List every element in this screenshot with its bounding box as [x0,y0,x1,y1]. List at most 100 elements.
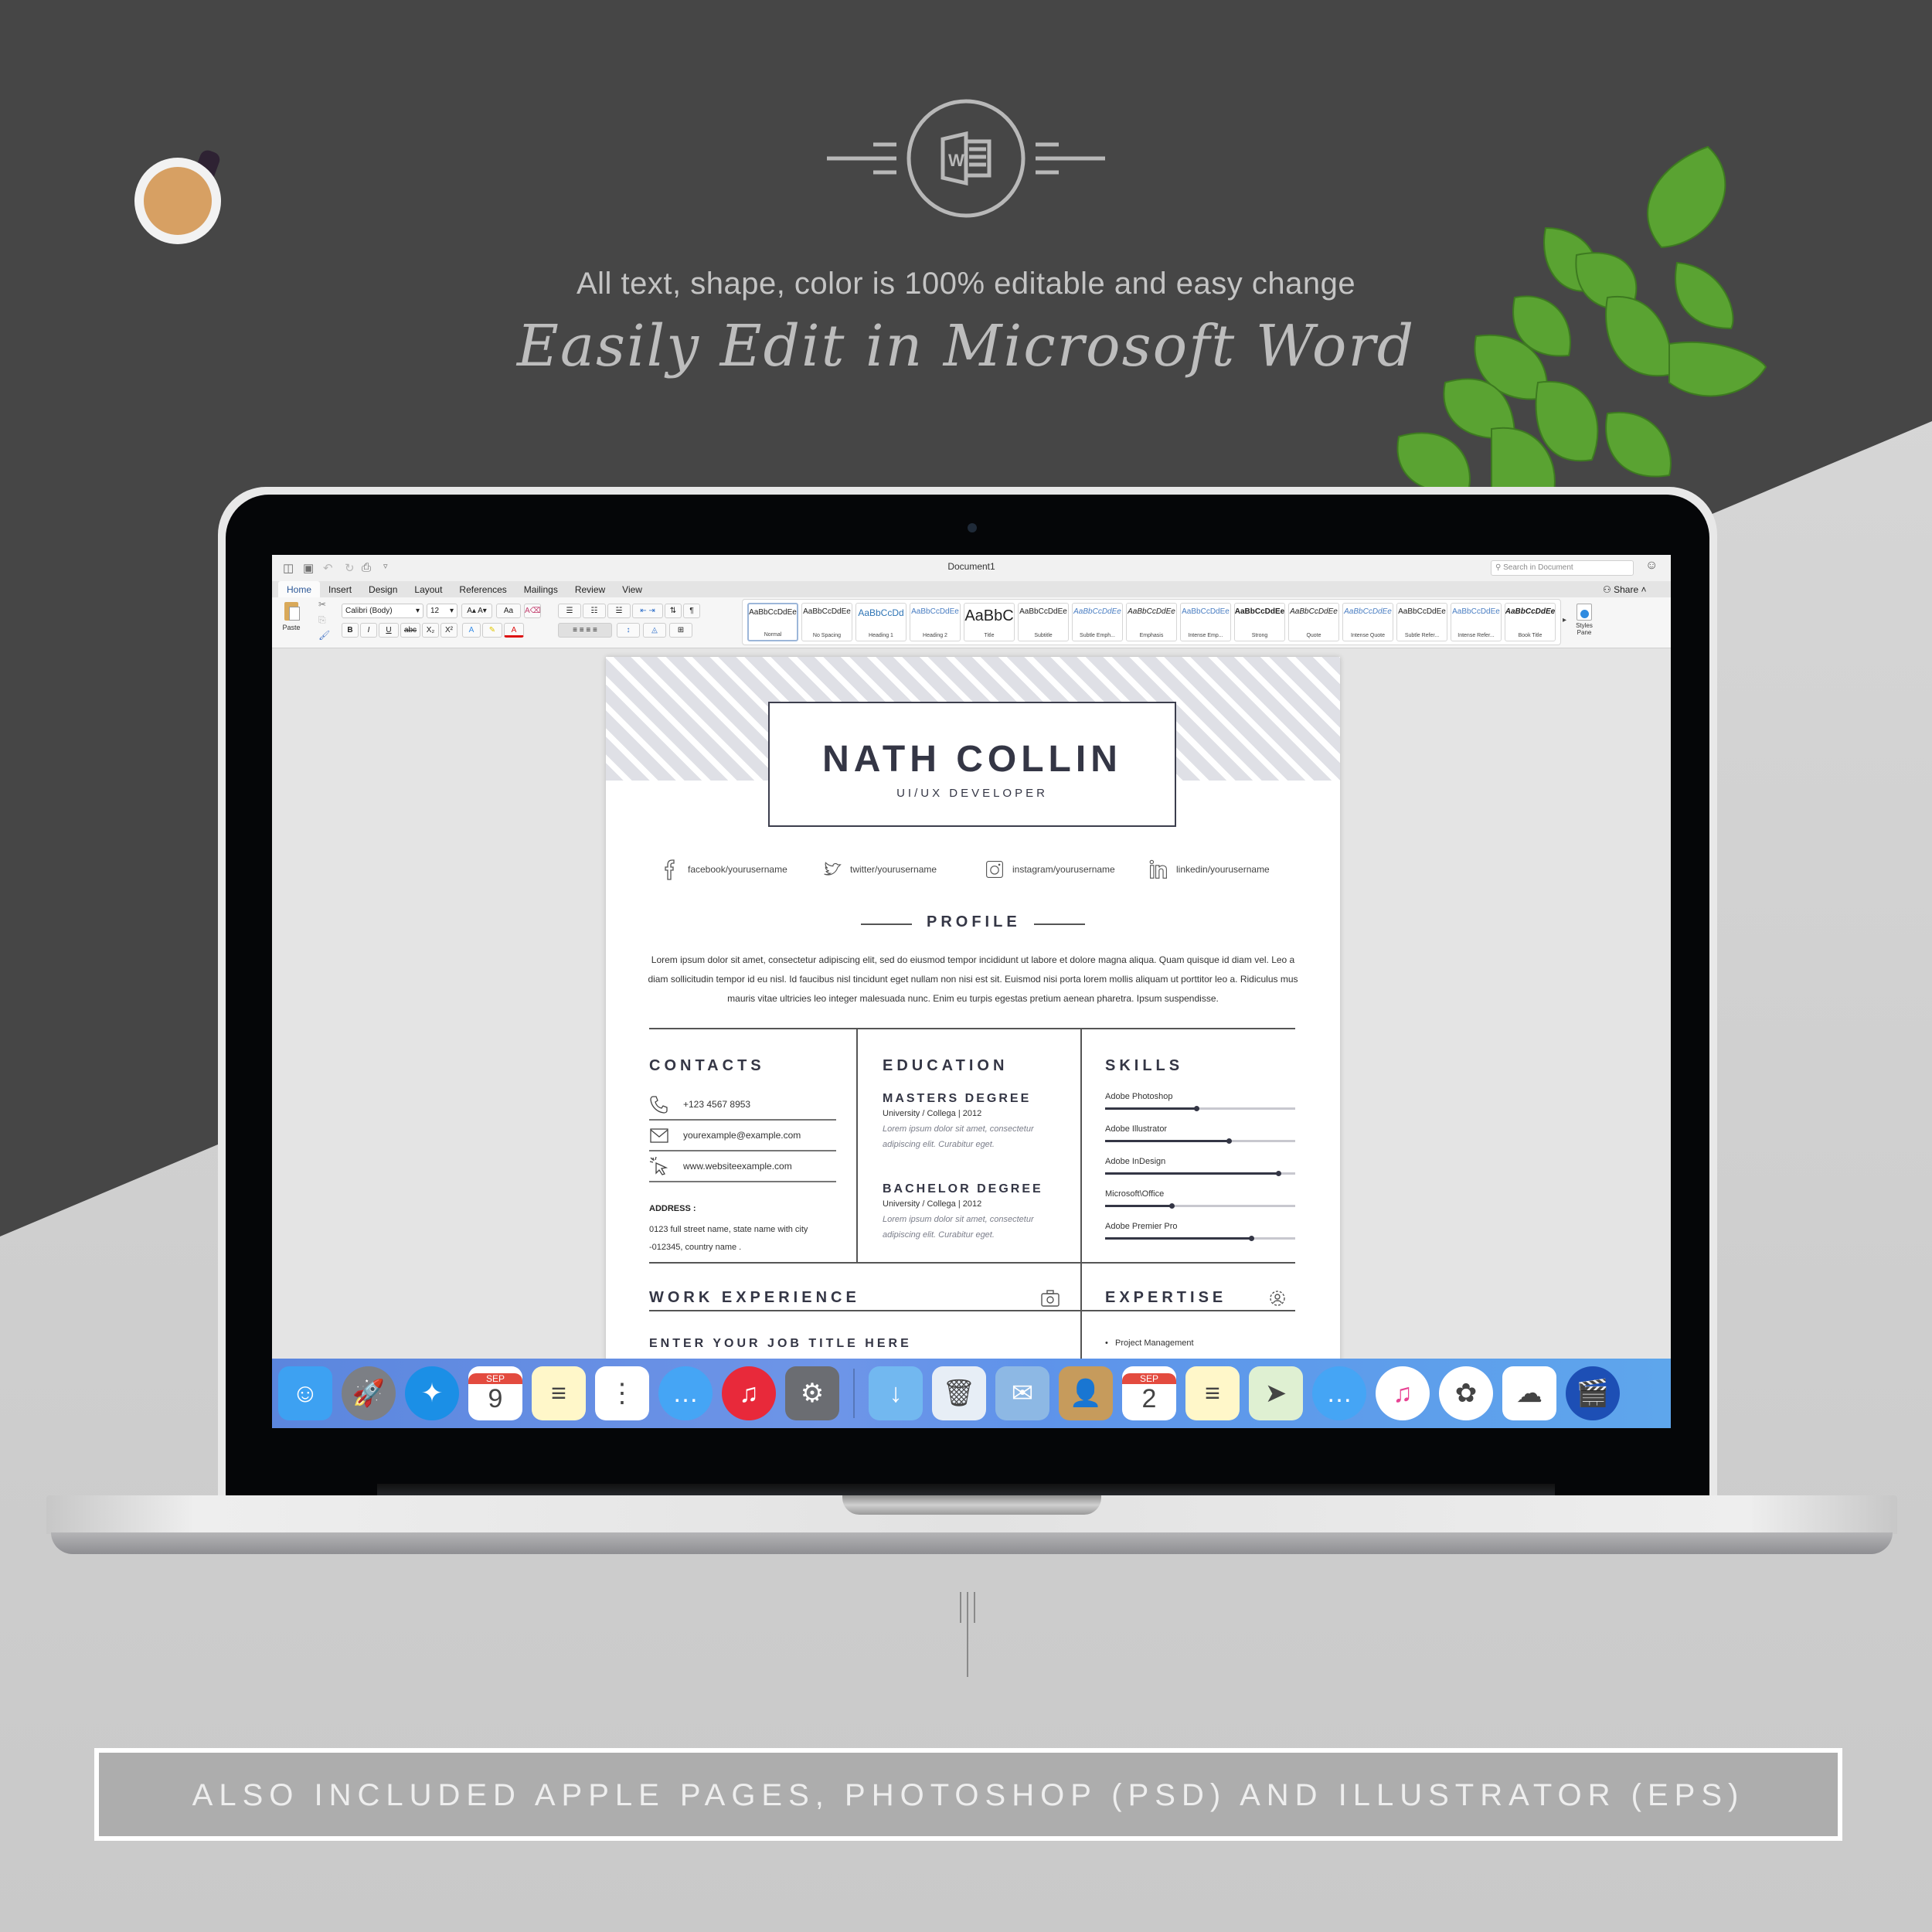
collapse-ribbon-icon[interactable]: ˄ [1641,584,1646,595]
multilevel-list-button[interactable]: ☱ [607,604,631,618]
skill-bar-fill [1105,1107,1197,1110]
tab-insert[interactable]: Insert [320,581,360,598]
dock-icloud-icon[interactable]: ☁ [1502,1366,1556,1420]
dock-finder-icon[interactable]: ☺ [278,1366,332,1420]
font-color-button[interactable]: A [504,623,524,638]
style-book-title[interactable]: AaBbCcDdEe Book Title [1505,603,1556,641]
numbering-button[interactable]: ☷ [583,604,606,618]
superscript-button[interactable]: X² [440,623,457,638]
trash-glyph: 🗑 [942,1379,976,1408]
dock-photos-icon[interactable]: ✿ [1439,1366,1493,1420]
skill-bar-handle [1249,1236,1255,1241]
dock-messages-icon[interactable]: … [658,1366,713,1420]
styles-gallery: AaBbCcDdEe Normal AaBbCcDdEe No Spacing AaBb… [742,599,1561,645]
laptop-notch [842,1495,1101,1515]
screen: ◫ ▣ ↶ ↻ ⎙ ▿ Document1 ⚲ Search in Docume… [272,555,1671,1428]
skill-bar-handle [1275,1171,1281,1176]
style-normal[interactable]: AaBbCcDdEe Normal [747,603,798,641]
style-heading-1[interactable]: AaBbCcDd Heading 1 [855,603,906,641]
italic-button[interactable]: I [360,623,377,638]
style-intense-quote[interactable]: AaBbCcDdEe Intense Quote [1342,603,1393,641]
tab-view[interactable]: View [614,581,651,598]
search-input[interactable]: ⚲ Search in Document [1491,560,1634,576]
dock-itunes-icon[interactable]: ♫ [1376,1366,1430,1420]
strikethrough-button[interactable]: abc [400,623,420,638]
style-intense-emp[interactable]: AaBbCcDdEe Intense Emp... [1180,603,1231,641]
dock-notes-icon[interactable]: ≡ [1185,1366,1240,1420]
skills-title: SKILLS [1105,1057,1184,1074]
text-effects-button[interactable]: A [462,623,481,638]
style-heading-2[interactable]: AaBbCcDdEe Heading 2 [910,603,961,641]
styles-pane-button[interactable]: Styles Pane [1569,604,1600,636]
style-title[interactable]: AaBbC Title [964,603,1015,641]
borders-button[interactable]: ⊞ [669,623,692,638]
dock-trash-icon[interactable]: 🗑 [932,1366,986,1420]
styles-scroll-right-icon[interactable]: ▸ [1563,616,1566,624]
style-label: Subtle Refer... [1404,633,1440,638]
change-case-button[interactable]: Aa [496,604,521,618]
tab-design[interactable]: Design [360,581,406,598]
dock-contacts-icon[interactable]: 👤 [1059,1366,1113,1420]
clear-formatting-button[interactable]: A⌫ [524,604,541,618]
dock-system-preferences-icon[interactable]: ⚙ [785,1366,839,1420]
tab-layout[interactable]: Layout [406,581,451,598]
style-intense-refer[interactable]: AaBbCcDdEe Intense Refer... [1451,603,1502,641]
copy-icon[interactable]: ⎘ [318,614,326,626]
tab-review[interactable]: Review [566,581,614,598]
sort-button[interactable]: ⇅ [665,604,682,618]
tab-home[interactable]: Home [278,581,321,598]
style-subtitle[interactable]: AaBbCcDdEe Subtitle [1018,603,1069,641]
line-spacing-button[interactable]: ↕ [617,623,640,638]
icloud-glyph: ☁ [1516,1379,1543,1408]
style-no-spacing[interactable]: AaBbCcDdEe No Spacing [801,603,852,641]
dock-launchpad-icon[interactable]: 🚀 [342,1366,396,1420]
indent-buttons[interactable]: ⇤ ⇥ [632,604,663,618]
bold-button[interactable]: B [342,623,359,638]
highlight-color-button[interactable]: ✎ [482,623,502,638]
subscript-button[interactable]: X₂ [422,623,439,638]
style-sample: AaBbCcDdEe [1398,607,1446,616]
dock-notes-icon[interactable]: ≡ [532,1366,586,1420]
document-page[interactable]: NATH COLLIN UI/UX DEVELOPER facebook/you… [606,657,1340,1428]
share-button[interactable]: ⚇ Share ˄ [1603,584,1646,595]
style-emphasis[interactable]: AaBbCcDdEe Emphasis [1126,603,1177,641]
paste-button[interactable]: Paste [280,602,303,631]
dock-downloads-icon[interactable]: ↓ [869,1366,923,1420]
style-quote[interactable]: AaBbCcDdEe Quote [1288,603,1339,641]
shading-button[interactable]: ◬ [643,623,666,638]
style-subtle-emph[interactable]: AaBbCcDdEe Subtle Emph... [1072,603,1123,641]
style-label: Heading 1 [869,633,893,638]
font-size-select[interactable]: 12 ▾ [427,604,457,618]
dock: ☺ 🚀 ✦ SEP 9 ≡ ⋮… ♫ ⚙ ↓ 🗑 ✉ 👤 SEP 2 ≡ ➤… ♫ ✿ ☁ 🎬 [272,1359,1671,1428]
skill-item: Adobe Photoshop [1105,1092,1295,1111]
tab-mailings[interactable]: Mailings [515,581,566,598]
style-subtle-refer[interactable]: AaBbCcDdEe Subtle Refer... [1396,603,1447,641]
style-label: Emphasis [1139,633,1164,638]
feedback-smiley-icon[interactable]: ☺ [1645,559,1658,573]
dock-safari-icon[interactable]: ✦ [405,1366,459,1420]
dock-mail-icon[interactable]: ✉ [995,1366,1049,1420]
show-formatting-button[interactable]: ¶ [683,604,700,618]
expertise-title: EXPERTISE [1105,1289,1227,1306]
bullets-button[interactable]: ☰ [558,604,581,618]
dock-calendar-icon[interactable]: SEP 2 [1122,1366,1176,1420]
dock-reminders-icon[interactable]: ⋮ [595,1366,649,1420]
skill-bar [1105,1171,1295,1176]
style-strong[interactable]: AaBbCcDdEe Strong [1234,603,1285,641]
cut-icon[interactable]: ✂ [318,599,326,610]
divider [861,923,912,925]
align-buttons[interactable]: ≡ ≡ ≡ ≡ [558,623,612,638]
format-painter-icon[interactable]: 🖌 [318,630,330,641]
dock-calendar-icon[interactable]: SEP 9 [468,1366,522,1420]
dock-itunes-icon[interactable]: ♫ [722,1366,776,1420]
style-label: Heading 2 [923,633,947,638]
launchpad-glyph: 🚀 [352,1379,386,1408]
imovie-glyph: 🎬 [1576,1379,1610,1408]
dock-messages-icon[interactable]: … [1312,1366,1366,1420]
dock-imovie-icon[interactable]: 🎬 [1566,1366,1620,1420]
font-name-select[interactable]: Calibri (Body) ▾ [342,604,423,618]
dock-maps-icon[interactable]: ➤ [1249,1366,1303,1420]
tab-references[interactable]: References [451,581,515,598]
grow-shrink-font-buttons[interactable]: A▴ A▾ [461,604,492,618]
underline-button[interactable]: U [379,623,399,638]
